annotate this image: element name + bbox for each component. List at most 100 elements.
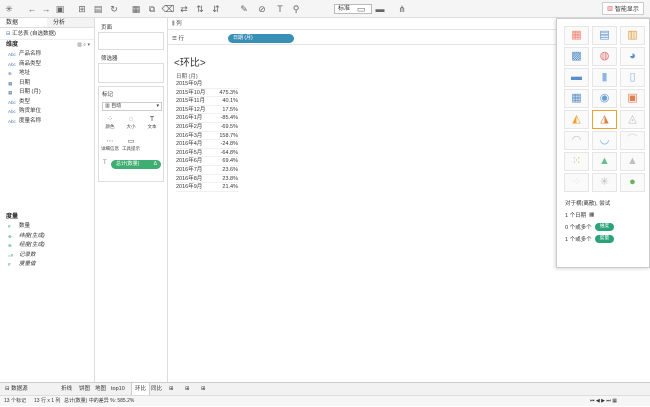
chart-type-thumbnail[interactable]: ◉ — [592, 89, 617, 108]
dimension-field[interactable]: Abc 购货单位 — [0, 107, 94, 117]
chart-type-thumbnail[interactable]: ⁘ — [564, 173, 589, 192]
datasource-item[interactable]: ⊟ 汇总表 (自选数据) — [0, 28, 94, 40]
row-value: -85.4% — [220, 115, 238, 122]
first-sheet-icon[interactable]: ⏮ ◀ ▶ ⏭ ▦ — [590, 396, 617, 407]
mark-pill-label: 总计(数量) — [116, 161, 140, 167]
table-row: 2016年4月 -24.8% — [176, 140, 238, 149]
dimension-field[interactable]: ▦ 日期 (月) — [0, 88, 94, 98]
measure-field[interactable]: # 数量 — [0, 222, 94, 232]
field-type-icon: ▦ — [8, 90, 13, 95]
filters-shelf[interactable] — [98, 63, 164, 83]
pin-icon[interactable]: ⚲ — [290, 3, 302, 15]
undo-icon[interactable]: ← — [26, 3, 38, 15]
measure-field[interactable]: =# 记录数 — [0, 251, 94, 261]
chart-type-thumbnail[interactable]: ⁙ — [564, 152, 589, 171]
chart-type-thumbnail[interactable]: ▯ — [620, 68, 645, 87]
new-sheet-icon[interactable]: ▦ — [130, 3, 142, 15]
chart-type-thumbnail[interactable]: ▩ — [564, 47, 589, 66]
search-icon[interactable]: ▥ ⌕ ▾ — [77, 40, 90, 50]
row-date: 2016年7月 — [176, 167, 203, 173]
measure-field[interactable]: ⊕ 纬度(生成) — [0, 232, 94, 242]
chart-type-thumbnail[interactable]: ◮ — [592, 110, 617, 129]
tab-data[interactable]: 数据 — [0, 18, 47, 27]
chart-type-thumbnail[interactable]: ✳ — [592, 173, 617, 192]
row-date: 2016年1月 — [176, 115, 203, 122]
size-button[interactable]: ◌ 大小 — [122, 115, 140, 132]
dimension-field[interactable]: Abc 产品名称 — [0, 50, 94, 60]
field-name: 度量值 — [19, 261, 36, 267]
duplicate-sheet-icon[interactable]: ⧉ — [146, 3, 158, 15]
show-cards-icon[interactable]: ▬ — [374, 3, 386, 15]
chart-type-thumbnail[interactable]: ◕ — [620, 47, 645, 66]
dimension-field[interactable]: Abc 度量名称 — [0, 117, 94, 127]
text-label: 文本 — [147, 124, 157, 129]
chart-type-thumbnail[interactable]: ◭ — [564, 110, 589, 129]
tableau-logo-icon[interactable]: ✳ — [3, 3, 15, 15]
chart-type-thumbnail[interactable]: ▮ — [592, 68, 617, 87]
chart-type-thumbnail[interactable]: ▬ — [564, 68, 589, 87]
chart-type-thumbnail[interactable]: ◍ — [592, 47, 617, 66]
tooltip-label: 工具提示 — [122, 146, 140, 151]
chart-type-thumbnail[interactable]: ▲ — [620, 152, 645, 171]
chart-type-thumbnail[interactable]: ▲ — [592, 152, 617, 171]
hint-measures-pill: 度量 — [594, 235, 615, 243]
mark-pill[interactable]: 总计(数量) Δ — [111, 160, 161, 169]
share-icon[interactable]: ⋔ — [396, 3, 408, 15]
table-row: 2016年3月 158.7% — [176, 132, 238, 141]
chart-type-thumbnail[interactable]: ▦ — [564, 89, 589, 108]
chart-type-thumbnail[interactable]: ◬ — [620, 110, 645, 129]
text-mark-icon: T — [103, 160, 107, 166]
table-row: 2016年8月 23.8% — [176, 175, 238, 184]
data-pane: 数据 分析 ⊟ 汇总表 (自选数据) 维度 ▥ ⌕ ▾ Abc 产品名称 Abc 商品… — [0, 18, 95, 382]
highlight-icon[interactable]: ✎ — [238, 3, 250, 15]
chart-type-thumbnail[interactable]: ▤ — [592, 26, 617, 45]
pages-shelf[interactable] — [98, 32, 164, 50]
chart-type-thumbnail[interactable]: ● — [620, 173, 645, 192]
dimension-field[interactable]: Abc 类型 — [0, 98, 94, 108]
chart-type-thumbnail[interactable]: ▥ — [620, 26, 645, 45]
save-icon[interactable]: ▣ — [54, 3, 66, 15]
field-name: 日期 (月) — [19, 89, 41, 95]
show-me-button[interactable]: ▥ 智能显示 — [602, 2, 644, 15]
sort-desc-icon[interactable]: ⇵ — [210, 3, 222, 15]
sheet-tabs-bar: ⊟ 数据源 折线 饼图 地图 top10 环比 同比 ⊞ ⊞ ⊞ — [0, 382, 650, 396]
dimension-field[interactable]: ⊕ 地址 — [0, 69, 94, 79]
measures-title: 度量 — [6, 214, 19, 220]
label-icon[interactable]: T — [274, 3, 286, 15]
color-button[interactable]: ⁘ 颜色 — [101, 115, 119, 132]
field-type-icon: ⊕ — [8, 243, 12, 248]
dimension-list: Abc 产品名称 Abc 商品类型 ⊕ 地址 ▦ 日期 ▦ 日期 (月) Abc 类型 Abc 购货单位 A… — [0, 50, 94, 126]
group-icon[interactable]: ⊘ — [256, 3, 268, 15]
measure-field[interactable]: # 度量值 — [0, 260, 94, 270]
sort-asc-icon[interactable]: ⇅ — [194, 3, 206, 15]
pause-updates-icon[interactable]: ▤ — [92, 3, 104, 15]
field-name: 记录数 — [19, 251, 36, 258]
color-label: 颜色 — [105, 124, 115, 129]
table-row: 2016年6月 69.4% — [176, 157, 238, 166]
measure-field[interactable]: ⊕ 经度(生成) — [0, 241, 94, 251]
chart-type-thumbnail[interactable]: ⌒ — [620, 131, 645, 150]
chart-type-thumbnail[interactable]: ◡ — [592, 131, 617, 150]
row-value: -69.5% — [220, 124, 238, 130]
rows-pill[interactable]: 日期 (月) — [228, 34, 294, 43]
table-row: 2015年11月 40.1% — [176, 97, 238, 106]
chart-type-thumbnail[interactable]: ▣ — [620, 89, 645, 108]
redo-icon[interactable]: → — [40, 3, 52, 15]
row-value: 40.1% — [222, 98, 238, 105]
detail-button[interactable]: ⋯ 详细信息 — [101, 137, 119, 154]
chart-type-thumbnail[interactable]: ◠ — [564, 131, 589, 150]
new-datasource-icon[interactable]: ⊞ — [76, 3, 88, 15]
chart-type-thumbnail[interactable]: ▦ — [564, 26, 589, 45]
clear-sheet-icon[interactable]: ⌫ — [162, 3, 175, 15]
dimension-field[interactable]: ▦ 日期 — [0, 79, 94, 89]
dimension-field[interactable]: Abc 商品类型 — [0, 60, 94, 70]
table-row: 2016年7月 23.6% — [176, 166, 238, 175]
tab-analytics[interactable]: 分析 — [47, 18, 94, 27]
mark-type-select[interactable]: ▥ 自动 ▾ — [102, 102, 162, 111]
tooltip-button[interactable]: ▭ 工具提示 — [122, 137, 140, 154]
presentation-icon[interactable]: ▭ — [355, 3, 367, 15]
refresh-icon[interactable]: ↻ — [108, 3, 120, 15]
text-button[interactable]: T 文本 — [143, 115, 161, 132]
swap-icon[interactable]: ⇄ — [178, 3, 190, 15]
hint-measures: 1 个或多个 度量 — [565, 235, 615, 243]
